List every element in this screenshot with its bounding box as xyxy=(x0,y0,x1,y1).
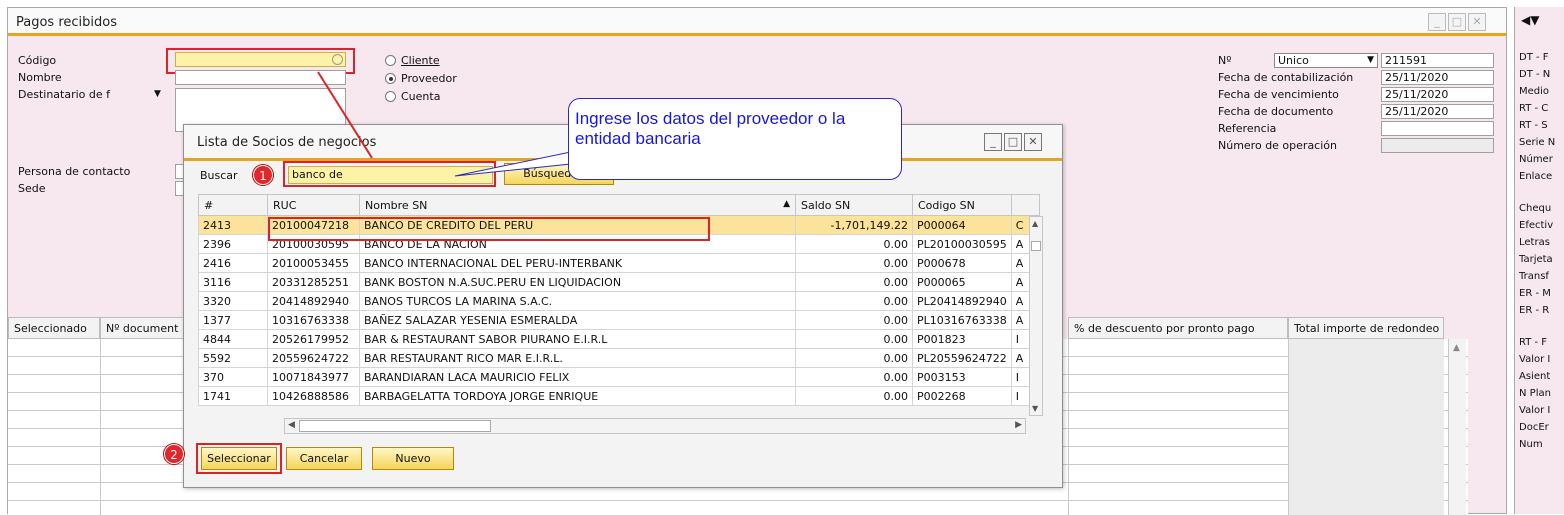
annotation-lines xyxy=(317,71,591,177)
instruction-callout: Ingrese los datos del proveedor o la ent… xyxy=(568,98,902,180)
annotation-arrow-line xyxy=(317,71,373,159)
